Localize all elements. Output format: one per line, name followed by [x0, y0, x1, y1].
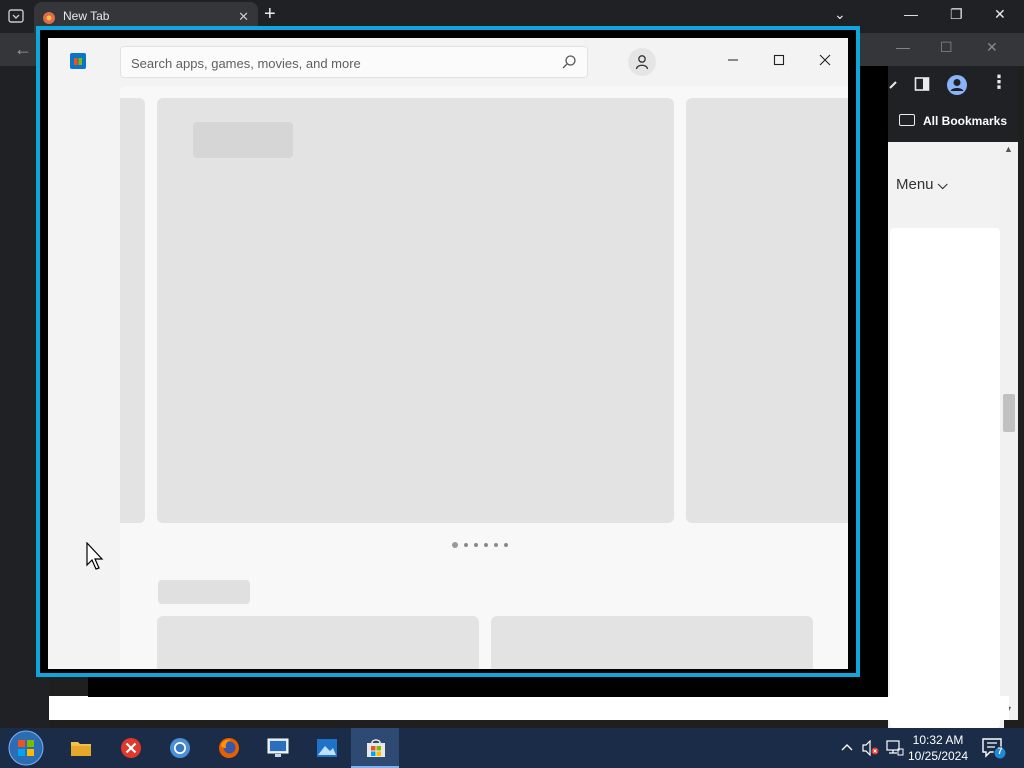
back-arrow-icon[interactable]: ←	[14, 39, 32, 60]
taskbar-clock[interactable]: 10:32 AM 10/25/2024	[906, 732, 970, 764]
page-menu-label: Menu	[896, 176, 934, 193]
taskbar-microsoft-store[interactable]	[351, 728, 399, 768]
taskbar-red-x-app[interactable]	[106, 728, 154, 768]
page-menu-button[interactable]: Menu ⌵	[896, 176, 948, 193]
carousel-dot[interactable]	[474, 543, 478, 547]
hero-card-placeholder[interactable]	[157, 98, 674, 523]
close-icon[interactable]	[817, 52, 833, 68]
search-icon[interactable]	[561, 54, 577, 70]
web-page-card	[890, 228, 1000, 728]
restore-icon[interactable]: ❐	[950, 6, 963, 23]
new-tab-button[interactable]: +	[264, 3, 276, 26]
red-x-icon	[121, 738, 141, 758]
store-window-highlight	[36, 26, 860, 677]
carousel-dot[interactable]	[452, 542, 458, 548]
carousel-indicator[interactable]	[452, 542, 508, 548]
section-title-placeholder	[158, 580, 250, 604]
minimize-icon[interactable]	[725, 52, 741, 68]
folder-icon	[71, 742, 91, 756]
account-button[interactable]	[628, 48, 656, 76]
scroll-thumb[interactable]	[1003, 394, 1015, 432]
store-icon	[70, 53, 86, 69]
chrome-favicon-icon	[43, 12, 55, 24]
volume-muted-icon[interactable]	[862, 740, 880, 756]
scroll-up-icon[interactable]: ▲	[1004, 144, 1013, 154]
network-icon[interactable]	[886, 740, 904, 756]
maximize-icon[interactable]: ☐	[940, 39, 953, 56]
carousel-dot[interactable]	[494, 543, 498, 547]
chevron-up-icon[interactable]	[840, 741, 854, 755]
microsoft-store-window	[48, 38, 848, 669]
windows-orb-icon	[8, 730, 44, 766]
remote-desktop-icon	[267, 738, 289, 757]
photos-icon	[317, 739, 337, 757]
bookmarks-bar: All Bookmarks	[888, 106, 1018, 142]
chevron-down-icon: ⌵	[937, 177, 948, 192]
person-icon	[635, 55, 649, 70]
search-input[interactable]	[131, 55, 551, 71]
close-icon[interactable]: ✕	[986, 39, 998, 56]
browser-tab-title: New Tab	[63, 9, 110, 23]
store-icon	[367, 739, 385, 757]
maximize-icon[interactable]	[771, 52, 787, 68]
action-center-button[interactable]: 7	[982, 738, 1008, 765]
notification-icon	[982, 738, 1007, 760]
start-button[interactable]	[6, 729, 46, 767]
hero-title-placeholder	[193, 122, 293, 158]
more-menu-icon[interactable]: ⋮	[990, 72, 1008, 93]
clock-time: 10:32 AM	[912, 733, 964, 747]
store-home-content	[120, 86, 848, 669]
folder-icon	[899, 114, 915, 126]
tab-search-icon[interactable]	[6, 6, 26, 26]
chrome-icon	[170, 738, 190, 758]
store-title-bar[interactable]	[48, 38, 848, 86]
taskbar-photos[interactable]	[302, 728, 350, 768]
notification-count: 7	[997, 746, 1003, 756]
store-nav-sidebar	[48, 86, 120, 669]
taskbar-remote-desktop[interactable]	[253, 728, 301, 768]
taskbar: 10:32 AM 10/25/2024 7	[0, 728, 1024, 768]
all-bookmarks-button[interactable]: All Bookmarks	[923, 114, 1007, 128]
page-scrollbar[interactable]: ▲ ▼	[1000, 142, 1018, 720]
taskbar-firefox[interactable]	[204, 728, 252, 768]
browser-extensions-area: ✕ ⋮	[862, 66, 1018, 106]
chevron-down-icon[interactable]: ⌄	[834, 6, 846, 23]
minimize-icon[interactable]: —	[904, 6, 918, 22]
web-page-bottom	[49, 696, 1009, 720]
hero-card-placeholder	[120, 98, 145, 523]
profile-icon[interactable]	[946, 74, 968, 96]
firefox-icon	[219, 738, 239, 758]
carousel-dot[interactable]	[464, 543, 468, 547]
mouse-cursor-icon	[86, 542, 104, 570]
hero-card-placeholder	[686, 98, 848, 523]
clock-date: 10/25/2024	[907, 749, 969, 763]
minimize-icon[interactable]: —	[896, 39, 910, 55]
carousel-dot[interactable]	[484, 543, 488, 547]
store-search-box[interactable]	[120, 46, 588, 78]
close-icon[interactable]: ✕	[994, 6, 1006, 23]
extension-icon[interactable]	[888, 76, 902, 90]
app-card-placeholder[interactable]	[157, 616, 479, 669]
tab-close-icon[interactable]: ✕	[238, 9, 249, 25]
taskbar-file-explorer[interactable]	[56, 728, 104, 768]
taskbar-chrome[interactable]	[155, 728, 203, 768]
app-card-placeholder[interactable]	[491, 616, 813, 669]
side-panel-icon[interactable]	[914, 76, 930, 92]
carousel-dot[interactable]	[504, 543, 508, 547]
